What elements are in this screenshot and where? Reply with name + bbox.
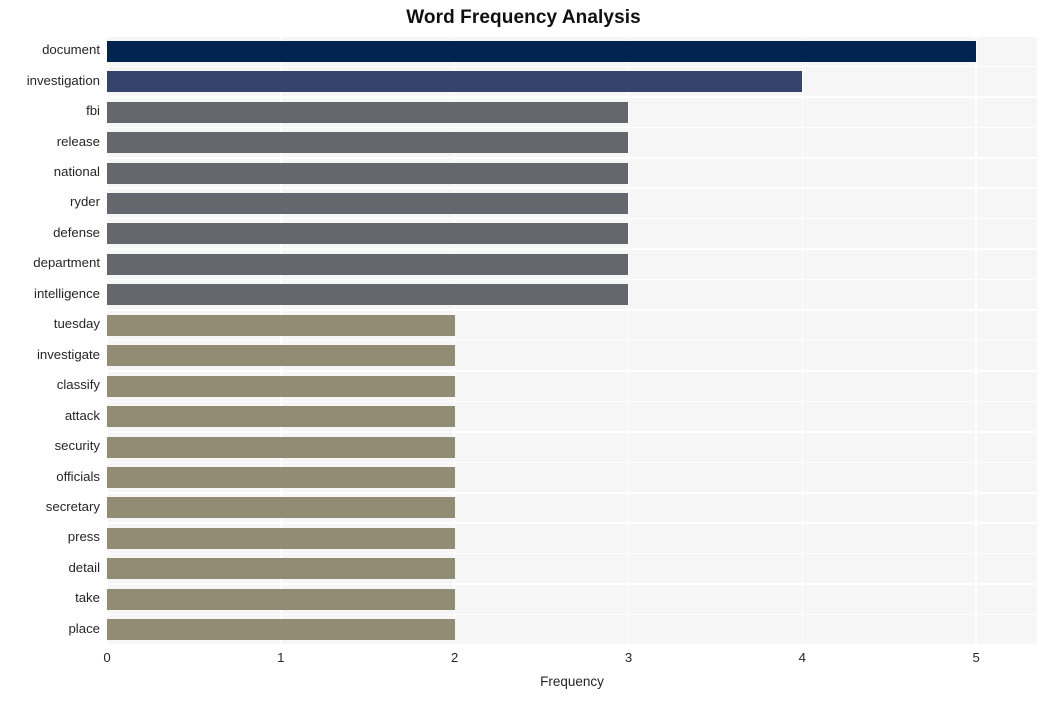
vertical-gridline [801, 36, 804, 645]
bar [107, 40, 977, 62]
bar [107, 314, 455, 336]
horizontal-gridline [107, 278, 1037, 281]
bar [107, 588, 455, 610]
horizontal-gridline [107, 96, 1037, 98]
y-axis-tick-label: press [67, 529, 100, 545]
y-axis-tick-label: department [33, 255, 100, 271]
bar [107, 467, 455, 489]
horizontal-gridline [107, 126, 1037, 129]
horizontal-gridline [107, 65, 1037, 68]
horizontal-gridline [107, 339, 1037, 342]
bar [107, 192, 629, 214]
y-axis-tick-label: ryder [69, 194, 100, 210]
bar [107, 345, 455, 367]
horizontal-gridline [107, 157, 1037, 159]
x-axis-tick-label: 1 [277, 650, 285, 665]
horizontal-gridline [107, 552, 1037, 555]
horizontal-gridline [107, 644, 1037, 646]
bar [107, 162, 629, 184]
page-title: Word Frequency Analysis [406, 7, 641, 28]
y-axis-tick-label: secretary [45, 498, 100, 514]
x-axis-tick-label: 5 [972, 650, 980, 665]
y-axis-tick-label: national [53, 164, 100, 180]
y-axis-tick-label: officials [56, 468, 100, 484]
bar [107, 71, 803, 93]
bar [107, 223, 629, 245]
horizontal-gridline [107, 35, 1037, 37]
y-axis-tick-label: place [68, 620, 100, 636]
horizontal-gridline [107, 370, 1037, 372]
bar [107, 132, 629, 154]
bar [107, 619, 455, 641]
vertical-gridline [453, 36, 456, 645]
y-axis-tick-label: tuesday [53, 316, 100, 332]
horizontal-gridline [107, 431, 1037, 433]
y-axis-tick-label: investigate [36, 346, 100, 362]
bar [107, 558, 455, 580]
horizontal-gridline [107, 613, 1037, 616]
plot-area [106, 35, 1037, 646]
horizontal-gridline [107, 187, 1037, 190]
bar [107, 527, 455, 549]
y-axis-tick-label: defense [53, 224, 100, 240]
y-axis-tick-label: security [54, 438, 100, 454]
y-axis-tick-label: detail [68, 559, 100, 575]
x-axis-label: Frequency [540, 674, 604, 689]
horizontal-gridline [107, 400, 1037, 403]
y-axis-tick-label: investigation [26, 72, 100, 88]
y-axis-tick-label: classify [56, 377, 100, 393]
horizontal-gridline [107, 217, 1037, 220]
vertical-gridline [975, 36, 977, 645]
y-axis-tick-label: take [75, 590, 100, 606]
horizontal-gridline [107, 309, 1037, 311]
x-axis-tick-label: 0 [103, 650, 111, 665]
horizontal-gridline [107, 583, 1037, 585]
horizontal-gridline [107, 461, 1037, 464]
vertical-gridline [106, 36, 108, 645]
bar [107, 101, 629, 123]
y-axis-tick-label: release [56, 133, 100, 149]
x-axis-tick-label: 4 [798, 650, 806, 665]
x-axis-tick-label: 3 [624, 650, 633, 665]
bar [107, 436, 455, 458]
chart-figure: Word Frequency Analysis document investig… [0, 0, 1047, 701]
y-axis-tick-label: fbi [86, 103, 100, 119]
horizontal-gridline [107, 491, 1037, 494]
horizontal-gridline [107, 522, 1037, 524]
horizontal-gridline [107, 248, 1037, 250]
bar [107, 497, 455, 519]
y-axis-tick-label: intelligence [34, 285, 100, 301]
bar [107, 375, 455, 397]
y-axis-tick-label: attack [64, 407, 100, 423]
vertical-gridline [627, 36, 630, 645]
y-axis-labels: document investigation fbi release national r… [0, 36, 100, 645]
vertical-gridline [280, 36, 282, 645]
y-axis-tick-label: document [42, 42, 100, 58]
bar [107, 284, 629, 306]
x-axis-tick-label: 2 [450, 650, 459, 665]
bar [107, 406, 455, 428]
bar [107, 253, 629, 275]
